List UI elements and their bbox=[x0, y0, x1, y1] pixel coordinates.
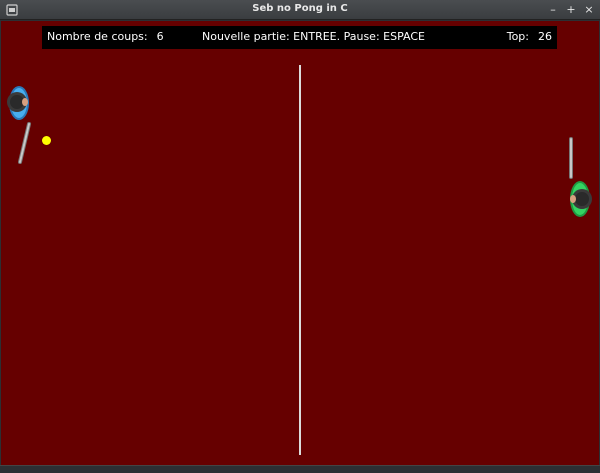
instructions-text: Nouvelle partie: ENTREE. Pause: ESPACE bbox=[202, 30, 425, 43]
title-bar[interactable]: Seb no Pong in C – + × bbox=[0, 0, 600, 20]
close-button[interactable]: × bbox=[582, 3, 596, 17]
score-bar: Nombre de coups: 6 Nouvelle partie: ENTRE… bbox=[42, 26, 557, 49]
ball bbox=[42, 136, 51, 145]
game-window: Seb no Pong in C – + × Nombre de coups: 6… bbox=[0, 0, 600, 473]
green-player-icon bbox=[570, 181, 592, 217]
maximize-button[interactable]: + bbox=[564, 3, 578, 17]
center-net bbox=[299, 65, 301, 455]
top-value: 26 bbox=[538, 30, 552, 43]
minimize-button[interactable]: – bbox=[546, 3, 560, 17]
top-label: Top: bbox=[506, 30, 529, 43]
hits-value: 6 bbox=[156, 30, 164, 43]
hits-counter: Nombre de coups: 6 bbox=[47, 30, 164, 43]
right-player bbox=[569, 137, 592, 217]
racket-icon bbox=[18, 122, 31, 164]
blue-player-icon bbox=[7, 86, 29, 120]
window-title: Seb no Pong in C bbox=[252, 3, 348, 14]
left-player bbox=[7, 86, 31, 164]
window-bottom-edge bbox=[0, 465, 600, 473]
hits-label: Nombre de coups: bbox=[47, 30, 148, 43]
top-score: Top: 26 bbox=[507, 30, 552, 43]
